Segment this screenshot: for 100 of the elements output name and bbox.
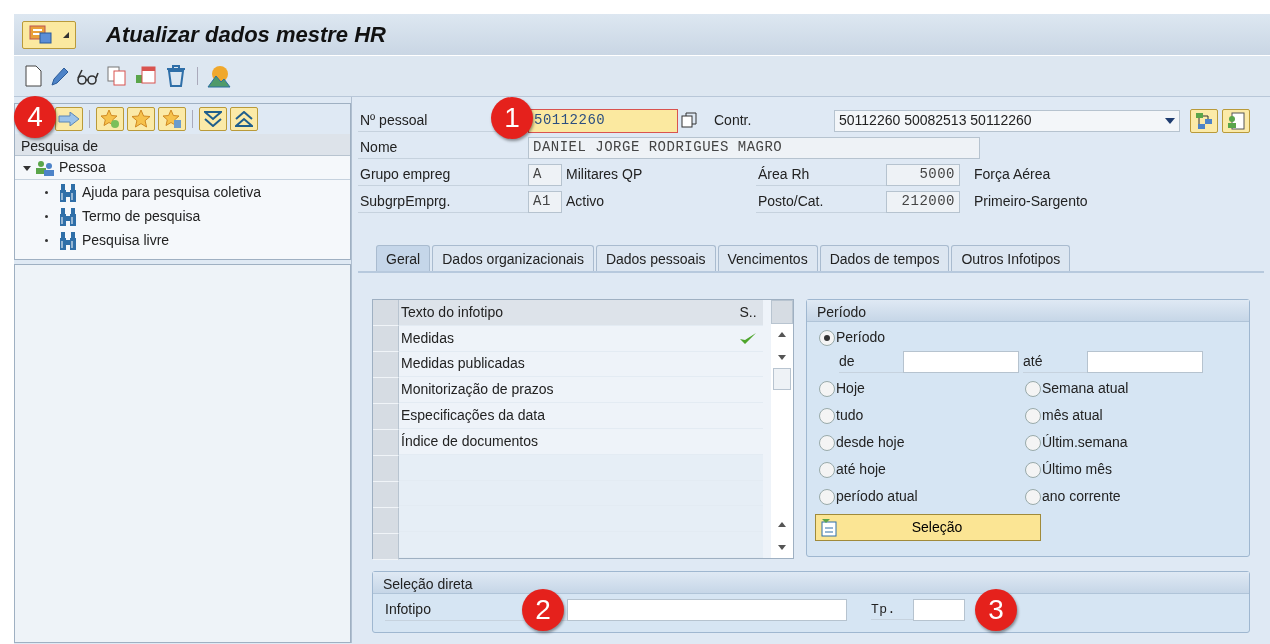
radio-button[interactable] <box>1025 407 1041 424</box>
group-title: Seleção direta <box>373 572 1249 594</box>
radio-button[interactable] <box>819 407 835 424</box>
group-title: Período <box>807 300 1249 322</box>
overview-button[interactable] <box>1222 108 1250 133</box>
type-field[interactable] <box>913 599 965 621</box>
tree-item[interactable]: Pessoa <box>59 157 106 178</box>
radio-button[interactable] <box>819 434 835 451</box>
window-title: Atualizar dados mestre HR <box>106 21 386 49</box>
bullet-icon <box>45 214 48 218</box>
tree-item[interactable]: Pesquisa livre <box>82 229 170 251</box>
row-selector[interactable] <box>373 378 399 404</box>
star-plus-icon <box>100 109 120 129</box>
row-selector[interactable] <box>373 326 399 352</box>
structure-button[interactable] <box>1190 108 1218 133</box>
tab[interactable]: Dados organizacionais <box>432 245 594 271</box>
person-card-icon <box>1227 111 1245 130</box>
radio-label: Últim.semana <box>1042 433 1128 452</box>
menu-button[interactable] <box>22 20 76 49</box>
delete-favorite-button[interactable] <box>158 107 186 131</box>
contract-dropdown[interactable]: 50112260 50082513 50112260 <box>834 109 1180 132</box>
calendar-icon[interactable] <box>134 65 158 87</box>
dropdown-icon <box>63 31 69 38</box>
radio-label: mês atual <box>1042 406 1103 425</box>
tab[interactable]: Dados de tempos <box>819 245 950 271</box>
row-selector[interactable] <box>373 482 399 508</box>
table-cell-text: Especificações da data <box>400 406 546 426</box>
row-selector[interactable] <box>373 404 399 430</box>
column-header[interactable]: Texto do infotipo <box>399 301 733 323</box>
selection-button[interactable]: Seleção <box>815 514 1041 541</box>
scroll-thumb[interactable] <box>773 368 791 390</box>
row-selector[interactable] <box>373 456 399 482</box>
radio-button[interactable] <box>819 380 835 397</box>
trash-icon[interactable] <box>164 64 188 88</box>
mountain-icon[interactable] <box>207 64 231 88</box>
collapse-icon <box>235 111 253 127</box>
radio-button[interactable] <box>819 461 835 478</box>
tree-item[interactable]: Ajuda para pesquisa coletiva <box>82 181 261 203</box>
new-document-icon[interactable] <box>24 65 42 87</box>
menu-icon <box>29 24 53 45</box>
tab[interactable]: Outros Infotipos <box>951 245 1071 271</box>
expand-icon <box>204 111 222 127</box>
radio-button[interactable] <box>1025 434 1041 451</box>
infotype-field[interactable] <box>567 599 847 621</box>
field-label: Nº pessoal <box>360 111 428 128</box>
field-label: Contr. <box>714 111 753 130</box>
add-favorite-button[interactable] <box>96 107 124 131</box>
tree-item[interactable]: Termo de pesquisa <box>82 205 201 227</box>
radio-label: Último mês <box>1042 460 1112 479</box>
tab[interactable]: Vencimentos <box>717 245 818 271</box>
binoculars-icon <box>58 181 78 203</box>
radio-button[interactable] <box>819 488 835 505</box>
radio-button[interactable] <box>1025 488 1041 505</box>
date-to-field[interactable] <box>1087 351 1203 373</box>
bullet-icon <box>45 190 48 194</box>
collapse-caret-icon[interactable] <box>23 163 31 172</box>
tab[interactable]: Geral <box>376 245 431 271</box>
code-field: A1 <box>528 190 562 213</box>
code-field: 5000 <box>886 163 960 186</box>
radio-label: até hoje <box>836 460 886 479</box>
radio-label: Hoje <box>836 379 865 398</box>
radio-label: tudo <box>836 406 864 425</box>
radio-label: ano corrente <box>1042 487 1121 506</box>
radio-button[interactable] <box>819 329 835 346</box>
radio-label: Semana atual <box>1042 379 1129 398</box>
code-field: A <box>528 163 562 186</box>
panel-header: Pesquisa de <box>15 134 350 156</box>
field-value: Activo <box>566 192 606 211</box>
table-cell-text: Monitorização de prazos <box>400 380 555 400</box>
radio-button[interactable] <box>1025 380 1041 397</box>
field-value: Força Aérea <box>974 165 1051 184</box>
row-selector[interactable] <box>373 508 399 534</box>
row-selector[interactable] <box>373 352 399 378</box>
code-field: 212000 <box>886 190 960 213</box>
row-selector[interactable] <box>373 430 399 456</box>
tab[interactable]: Dados pessoais <box>595 245 716 271</box>
forward-arrow-button[interactable] <box>55 107 83 131</box>
radio-button[interactable] <box>1025 461 1041 478</box>
date-from-field[interactable] <box>903 351 1019 373</box>
favorite-button[interactable] <box>127 107 155 131</box>
arrow-icon <box>58 112 80 126</box>
dropdown-icon <box>1165 117 1175 124</box>
field-value: Militares QP <box>566 165 644 184</box>
bullet-icon <box>45 238 48 242</box>
callout-badge: 1 <box>491 97 533 139</box>
star-icon <box>131 109 151 129</box>
field-value: Primeiro-Sargento <box>974 192 1088 211</box>
select-all-button[interactable] <box>373 300 399 326</box>
row-selector[interactable] <box>373 534 399 560</box>
column-header[interactable]: S.. <box>733 301 763 323</box>
collapse-all-button[interactable] <box>230 107 258 131</box>
pencil-icon[interactable] <box>48 65 70 87</box>
copy-icon[interactable] <box>680 110 700 131</box>
table-cell-text: Índice de documentos <box>400 431 539 451</box>
table-cell-text: Medidas <box>400 328 455 348</box>
copy-icon[interactable] <box>106 65 128 87</box>
expand-all-button[interactable] <box>199 107 227 131</box>
hierarchy-icon <box>1195 111 1213 130</box>
personnel-number-field[interactable]: 50112260 <box>528 108 678 133</box>
table-cell-text: Medidas publicadas <box>400 354 526 374</box>
